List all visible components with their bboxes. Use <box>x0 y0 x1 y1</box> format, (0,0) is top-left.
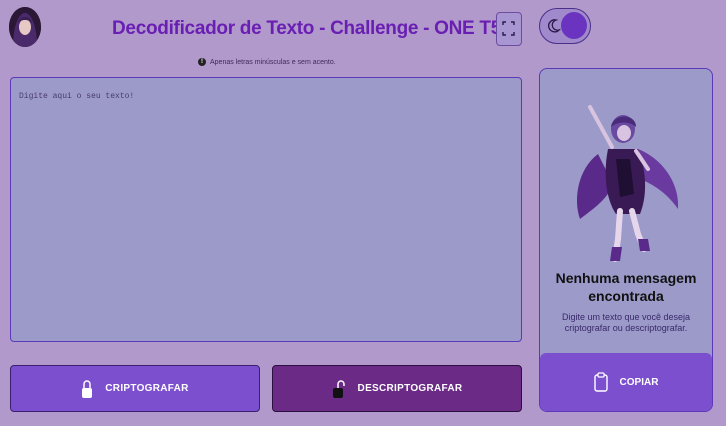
output-subtitle: Digite um texto que você deseja criptogr… <box>561 312 691 333</box>
input-hint: ! Apenas letras minúsculas e sem acento. <box>198 58 336 66</box>
encrypt-label: CRIPTOGRAFAR <box>105 383 189 394</box>
hint-text: Apenas letras minúsculas e sem acento. <box>210 58 336 66</box>
decrypt-button[interactable]: DESCRIPTOGRAFAR <box>272 365 522 412</box>
moon-icon <box>548 19 561 33</box>
theme-toggle[interactable] <box>539 8 591 44</box>
text-input[interactable]: Digite aqui o seu texto! <box>10 77 522 342</box>
avatar <box>9 7 41 47</box>
text-input-placeholder: Digite aqui o seu texto! <box>19 92 135 101</box>
fullscreen-button[interactable] <box>496 12 522 46</box>
page-title: Decodificador de Texto - Challenge - ONE… <box>112 18 501 39</box>
copy-button[interactable]: COPIAR <box>540 353 712 411</box>
unlock-icon <box>332 379 345 398</box>
fullscreen-icon <box>502 21 515 36</box>
encrypt-button[interactable]: CRIPTOGRAFAR <box>10 365 260 412</box>
toggle-knob <box>561 12 587 39</box>
clipboard-icon <box>593 372 608 392</box>
info-icon: ! <box>198 58 206 66</box>
lock-icon <box>82 379 93 398</box>
character-illustration <box>577 105 679 262</box>
output-title: Nenhuma mensagem encontrada <box>555 270 697 304</box>
decrypt-label: DESCRIPTOGRAFAR <box>357 383 463 394</box>
output-panel: Nenhuma mensagem encontrada Digite um te… <box>539 68 713 412</box>
copy-label: COPIAR <box>619 376 659 388</box>
